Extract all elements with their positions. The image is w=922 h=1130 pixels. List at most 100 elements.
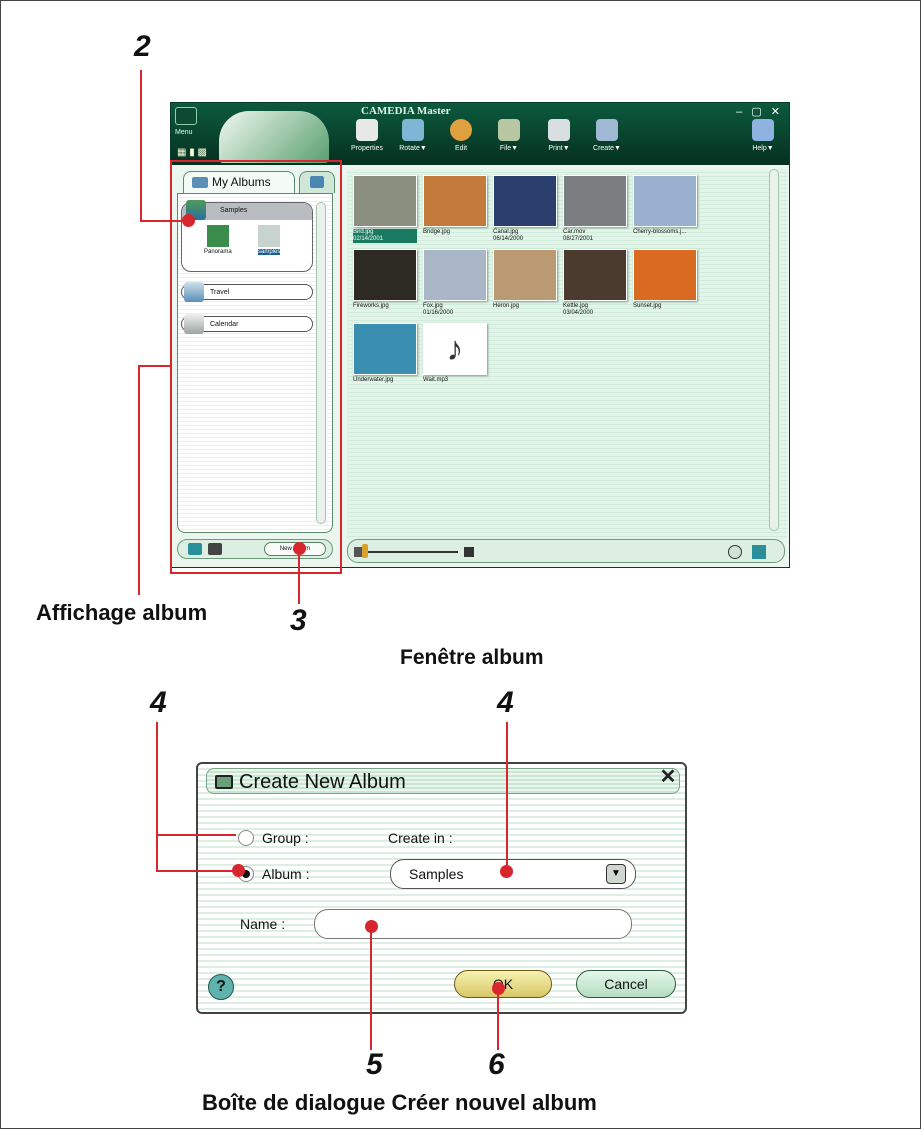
properties-icon <box>356 119 378 141</box>
album-window-caption: Fenêtre album <box>400 646 544 669</box>
edit-icon <box>450 119 472 141</box>
thumbnail-item[interactable]: Heron.jpg <box>493 249 557 310</box>
tool-properties[interactable]: Properties <box>347 119 387 152</box>
thumbnail-item[interactable]: Cherry-blossoms.j... <box>633 175 697 236</box>
thumbnail-name: Sunset.jpg <box>633 303 662 309</box>
callout-3-line <box>298 548 300 604</box>
tool-create[interactable]: Create▼ <box>587 119 627 152</box>
help-button[interactable]: ? <box>208 974 234 1000</box>
callout-4-left-line <box>156 722 158 870</box>
callout-6: 6 <box>488 1048 505 1081</box>
thumbnail-date: 06/14/2000 <box>493 236 524 242</box>
thumbnail-item[interactable]: Underwater.jpg <box>353 323 417 384</box>
callout-4-left-line <box>156 834 236 836</box>
thumbnail-date: 02/14/2001 <box>353 236 417 243</box>
name-field[interactable] <box>314 909 632 939</box>
thumbnail-item[interactable]: Sunset.jpg <box>633 249 697 310</box>
thumbnail-item[interactable]: ♪ Wait.mp3 <box>423 323 487 384</box>
callout-6-line <box>497 988 499 1050</box>
album-label: Album : <box>262 866 310 882</box>
app-title: CAMEDIA Master <box>361 105 451 117</box>
thumbnail-image <box>633 249 697 301</box>
thumbnail-area: Bird.jpg 02/14/2001 Bridge.jpg Canal.jpg 0… <box>347 169 787 539</box>
tool-rotate[interactable]: Rotate▼ <box>393 119 433 152</box>
dialog-caption: Boîte de dialogue Créer nouvel album <box>202 1090 597 1115</box>
thumbnail-toolbar <box>347 539 785 563</box>
callout-4-left-dot <box>232 864 245 877</box>
thumbnail-item[interactable]: Bird.jpg 02/14/2001 <box>353 175 417 243</box>
thumbnail-name: Fireworks.jpg <box>353 303 389 309</box>
thumbnail-item[interactable]: Kettle.jpg 03/04/2000 <box>563 249 627 317</box>
callout-4-left: 4 <box>150 686 167 719</box>
thumbnail-name: Wait.mp3 <box>423 377 449 383</box>
print-icon <box>548 119 570 141</box>
album-display-label: Affichage album <box>36 600 208 625</box>
thumbnail-item[interactable]: Car.mov 08/27/2001 <box>563 175 627 243</box>
thumbnail-image <box>423 249 487 301</box>
thumbnail-image <box>563 249 627 301</box>
thumbnail-name: Canal.jpg <box>493 229 519 235</box>
thumbnail-name: Bird.jpg <box>353 229 417 236</box>
callout-4-right-line <box>506 722 508 872</box>
tool-edit[interactable]: Edit <box>441 119 481 152</box>
sort-date-icon[interactable] <box>728 545 742 559</box>
thumbnail-image <box>353 249 417 301</box>
rotate-icon <box>402 119 424 141</box>
callout-2-line <box>140 70 142 222</box>
window-controls[interactable]: – ▢ ✕ <box>736 105 783 118</box>
slider-handle[interactable] <box>362 544 368 558</box>
close-icon[interactable]: ✕ <box>657 766 679 788</box>
album-icon <box>215 775 233 789</box>
toolbar: Properties Rotate▼ Edit File▼ Print▼ Cre… <box>347 119 787 165</box>
thumbnail-date: 08/27/2001 <box>563 236 594 242</box>
callout-5-line <box>370 926 372 1050</box>
camedia-logo <box>219 111 329 163</box>
thumbnail-image <box>493 175 557 227</box>
tool-help[interactable]: Help▼ <box>743 119 783 152</box>
tool-label: Create▼ <box>593 145 621 152</box>
thumbnail-image <box>633 175 697 227</box>
tool-label: Print▼ <box>548 145 570 152</box>
thumbnail-image <box>353 323 417 375</box>
thumbnail-name: Heron.jpg <box>493 303 520 309</box>
dialog-title: Create New Album <box>239 771 406 793</box>
thumbnail-name: Underwater.jpg <box>353 377 394 383</box>
thumbnail-item[interactable]: Fox.jpg 01/16/2000 <box>423 249 487 317</box>
menu-label: Menu <box>175 129 193 136</box>
thumbnail-image <box>493 249 557 301</box>
thumbnail-date: 03/04/2000 <box>563 310 594 316</box>
file-icon <box>498 119 520 141</box>
create-new-album-dialog: Create New Album ✕ Group : Album : Creat… <box>196 762 687 1014</box>
sort-name-icon[interactable] <box>752 545 766 559</box>
thumbnail-item[interactable]: Canal.jpg 06/14/2000 <box>493 175 557 243</box>
create-in-select[interactable]: Samples <box>390 859 636 889</box>
tool-label: Properties <box>351 145 383 152</box>
menu-icon[interactable] <box>175 107 197 125</box>
thumbnail-name: Car.mov <box>563 229 586 235</box>
chevron-down-icon[interactable]: ▼ <box>606 864 626 884</box>
thumbnail-name: Bridge.jpg <box>423 229 451 235</box>
thumbnail-item[interactable]: Fireworks.jpg <box>353 249 417 310</box>
group-label: Group : <box>262 830 309 846</box>
group-radio[interactable] <box>238 830 254 846</box>
thumbnail-scrollbar[interactable] <box>769 169 779 531</box>
callout-5: 5 <box>366 1048 383 1081</box>
thumbnail-item[interactable]: Bridge.jpg <box>423 175 487 236</box>
album-display-highlight <box>170 160 342 574</box>
callout-2-line <box>140 220 186 222</box>
thumbnail-size-slider[interactable] <box>368 551 458 553</box>
tool-print[interactable]: Print▼ <box>539 119 579 152</box>
thumbnail-name: Kettle.jpg <box>563 303 589 309</box>
tool-file[interactable]: File▼ <box>489 119 529 152</box>
create-icon <box>596 119 618 141</box>
callout-2: 2 <box>134 30 151 63</box>
thumbnail-name: Fox.jpg <box>423 303 443 309</box>
large-thumbnail-icon <box>464 547 474 557</box>
callout-4-right-dot <box>500 865 513 878</box>
callout-4-left-line <box>156 870 238 872</box>
view-mode-icons[interactable]: ▦ ▮ ▩ <box>177 147 207 158</box>
thumbnail-date: 01/16/2000 <box>423 310 454 316</box>
music-note-icon: ♪ <box>423 323 487 375</box>
thumbnail-image <box>353 175 417 227</box>
cancel-button[interactable]: Cancel <box>576 970 676 998</box>
